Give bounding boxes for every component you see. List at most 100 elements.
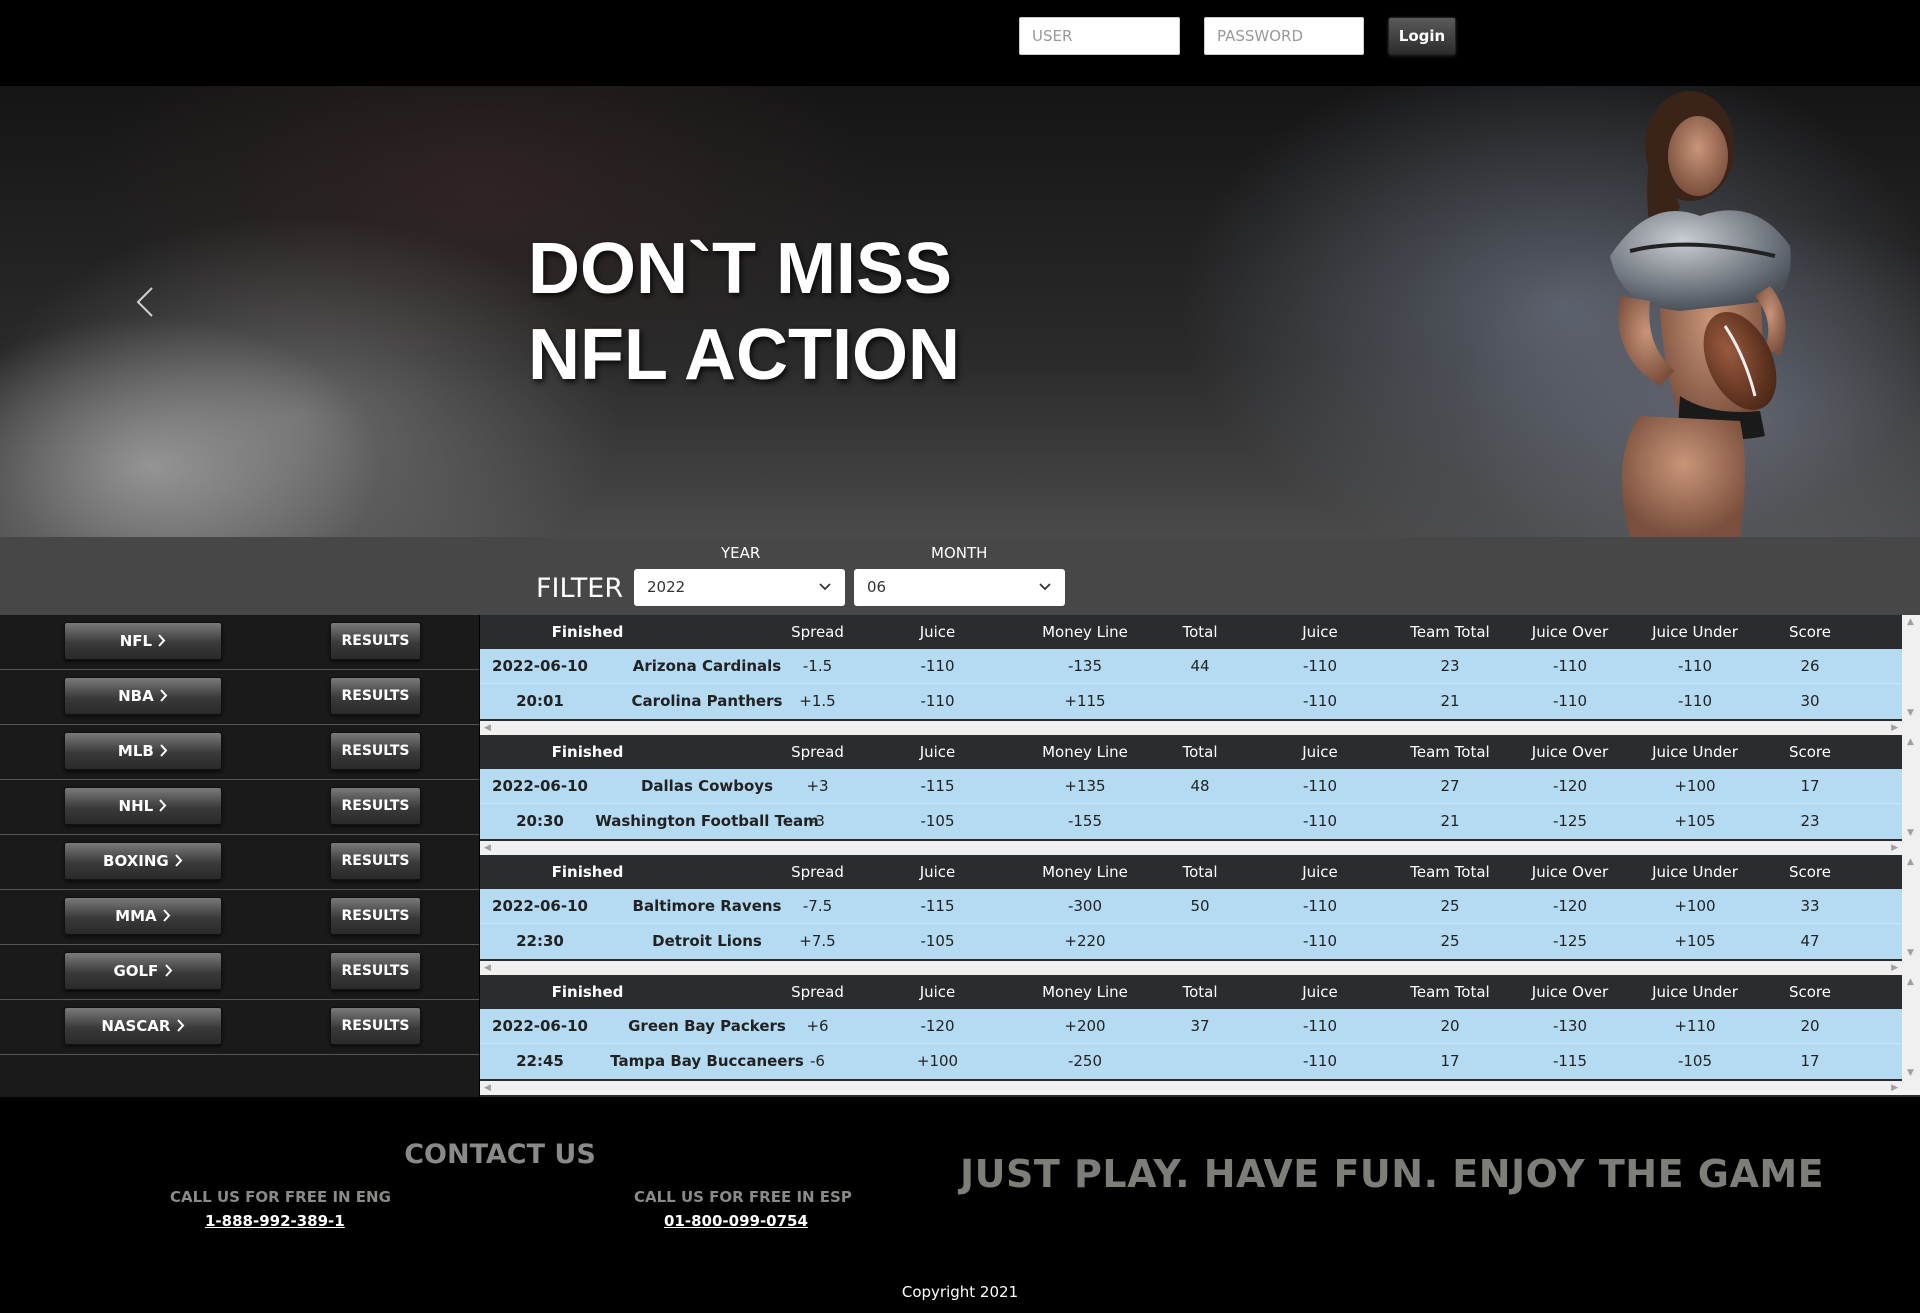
cell-money-line: +135 bbox=[1064, 777, 1106, 795]
cell-total bbox=[1170, 1044, 1230, 1079]
game-date: 2022-06-10 bbox=[492, 1017, 588, 1035]
cell-team-total: 27 bbox=[1440, 777, 1460, 795]
cell-juice-under: +100 bbox=[1674, 897, 1716, 915]
scroll-right-icon[interactable]: ▶ bbox=[1891, 963, 1898, 973]
sport-button-boxing[interactable]: BOXING bbox=[64, 842, 222, 880]
cell-juice-under: +105 bbox=[1674, 812, 1716, 830]
horizontal-scrollbar[interactable]: ◀ ▶ bbox=[480, 841, 1902, 855]
sport-button-nhl[interactable]: NHL bbox=[64, 787, 222, 825]
horizontal-scrollbar[interactable]: ◀ ▶ bbox=[480, 721, 1902, 735]
column-header: Spread bbox=[791, 863, 844, 881]
sport-button-nba[interactable]: NBA bbox=[64, 677, 222, 715]
cell-juice-under: +110 bbox=[1674, 1017, 1716, 1035]
sport-button-mlb[interactable]: MLB bbox=[64, 732, 222, 770]
game-table: Finished Spread Juice Money Line Total Juice T… bbox=[480, 735, 1902, 841]
column-header: Money Line bbox=[1042, 863, 1128, 881]
column-header: Score bbox=[1788, 623, 1831, 641]
results-button-nhl[interactable]: RESULTS bbox=[330, 787, 421, 825]
login-button[interactable]: Login bbox=[1388, 17, 1456, 55]
column-header: Juice bbox=[919, 863, 956, 881]
scroll-down-icon[interactable]: ▼ bbox=[1907, 1068, 1914, 1078]
game-block: Finished Spread Juice Money Line Total Juice T… bbox=[480, 975, 1920, 1095]
scroll-down-icon[interactable]: ▼ bbox=[1907, 828, 1914, 838]
cell-total: 37 bbox=[1190, 1017, 1210, 1035]
games-list: Finished Spread Juice Money Line Total Juice T… bbox=[480, 615, 1920, 1097]
column-header: Juice Over bbox=[1531, 743, 1609, 761]
scroll-right-icon[interactable]: ▶ bbox=[1891, 723, 1898, 733]
cell-juice: +100 bbox=[916, 1052, 959, 1070]
username-input[interactable]: USER bbox=[1019, 17, 1180, 55]
scroll-right-icon[interactable]: ▶ bbox=[1891, 843, 1898, 853]
results-button-nba[interactable]: RESULTS bbox=[330, 677, 421, 715]
top-bar: USER PASSWORD Login bbox=[0, 0, 1920, 86]
chevron-right-icon bbox=[160, 689, 168, 702]
game-date: 2022-06-10 bbox=[492, 897, 588, 915]
column-header: Spread bbox=[791, 983, 844, 1001]
cell-juice-under: -105 bbox=[1677, 1052, 1713, 1070]
team-row: 2022-06-10 Arizona Cardinals -1.5 -110 -135 4… bbox=[480, 649, 1902, 684]
scroll-left-icon[interactable]: ◀ bbox=[484, 843, 491, 853]
game-header-row: Finished Spread Juice Money Line Total Juice T… bbox=[480, 975, 1902, 1009]
cell-spread: -1.5 bbox=[802, 657, 833, 675]
scroll-down-icon[interactable]: ▼ bbox=[1907, 708, 1914, 718]
eng-phone-link[interactable]: 1-888-992-389-1 bbox=[205, 1212, 345, 1230]
horizontal-scrollbar[interactable]: ◀ ▶ bbox=[480, 961, 1902, 975]
footer: CONTACT US CALL US FOR FREE IN ENG 1-888… bbox=[0, 1097, 1920, 1313]
cell-score: 20 bbox=[1800, 1017, 1820, 1035]
cell-juice-over: -125 bbox=[1552, 932, 1588, 950]
sport-label: NFL bbox=[119, 632, 153, 650]
cell-money-line: -300 bbox=[1067, 897, 1103, 915]
cell-juice-over: -130 bbox=[1552, 1017, 1588, 1035]
cell-juice-under: +100 bbox=[1674, 777, 1716, 795]
cell-spread: -6 bbox=[810, 1052, 825, 1070]
sport-row-nhl: NHL RESULTS bbox=[0, 780, 479, 835]
sport-button-golf[interactable]: GOLF bbox=[64, 952, 222, 990]
sport-row-boxing: BOXING RESULTS bbox=[0, 835, 479, 890]
scroll-left-icon[interactable]: ◀ bbox=[484, 723, 491, 733]
chevron-right-icon bbox=[176, 1019, 185, 1032]
esp-phone-link[interactable]: 01-800-099-0754 bbox=[664, 1212, 808, 1230]
cell-juice: -115 bbox=[920, 897, 955, 915]
scroll-down-icon[interactable]: ▼ bbox=[1907, 948, 1914, 958]
column-header: Total bbox=[1182, 743, 1218, 761]
scroll-up-icon[interactable]: ▲ bbox=[1907, 857, 1914, 867]
year-select[interactable]: 2022 bbox=[634, 569, 845, 606]
horizontal-scrollbar[interactable]: ◀ ▶ bbox=[480, 1081, 1902, 1095]
vertical-scrollbar[interactable]: ▲ ▼ bbox=[1902, 975, 1920, 1095]
cell-total-juice: -110 bbox=[1302, 777, 1338, 795]
scroll-up-icon[interactable]: ▲ bbox=[1907, 977, 1914, 987]
vertical-scrollbar[interactable]: ▲ ▼ bbox=[1902, 735, 1920, 855]
chevron-left-icon[interactable] bbox=[130, 282, 160, 322]
sport-button-mma[interactable]: MMA bbox=[64, 897, 222, 935]
cell-money-line: -135 bbox=[1067, 657, 1103, 675]
scroll-left-icon[interactable]: ◀ bbox=[484, 963, 491, 973]
scroll-left-icon[interactable]: ◀ bbox=[484, 1083, 491, 1093]
filter-label: FILTER bbox=[536, 573, 624, 604]
column-header: Team Total bbox=[1410, 983, 1490, 1001]
column-header: Score bbox=[1788, 863, 1831, 881]
results-button-boxing[interactable]: RESULTS bbox=[330, 842, 421, 880]
month-select[interactable]: 06 bbox=[854, 569, 1065, 606]
results-button-golf[interactable]: RESULTS bbox=[330, 952, 421, 990]
results-button-nfl[interactable]: RESULTS bbox=[330, 622, 421, 660]
results-button-mlb[interactable]: RESULTS bbox=[330, 732, 421, 770]
results-button-nascar[interactable]: RESULTS bbox=[330, 1007, 421, 1045]
sport-label: NBA bbox=[118, 687, 154, 705]
sport-label: NHL bbox=[118, 797, 154, 815]
vertical-scrollbar[interactable]: ▲ ▼ bbox=[1902, 855, 1920, 975]
vertical-scrollbar[interactable]: ▲ ▼ bbox=[1902, 615, 1920, 735]
scroll-up-icon[interactable]: ▲ bbox=[1907, 737, 1914, 747]
scroll-up-icon[interactable]: ▲ bbox=[1907, 617, 1914, 627]
game-table: Finished Spread Juice Money Line Total Juice T… bbox=[480, 855, 1902, 961]
hero-title-line1: DON`T MISS bbox=[528, 229, 952, 309]
chevron-right-icon bbox=[158, 634, 166, 647]
password-input[interactable]: PASSWORD bbox=[1204, 17, 1364, 55]
sport-button-nfl[interactable]: NFL bbox=[64, 622, 222, 660]
results-button-mma[interactable]: RESULTS bbox=[330, 897, 421, 935]
cell-total bbox=[1170, 804, 1230, 839]
finished-header: Finished bbox=[551, 863, 624, 881]
cell-juice-over: -110 bbox=[1552, 692, 1588, 710]
scroll-right-icon[interactable]: ▶ bbox=[1891, 1083, 1898, 1093]
column-header: Juice Over bbox=[1531, 623, 1609, 641]
sport-button-nascar[interactable]: NASCAR bbox=[64, 1007, 222, 1045]
